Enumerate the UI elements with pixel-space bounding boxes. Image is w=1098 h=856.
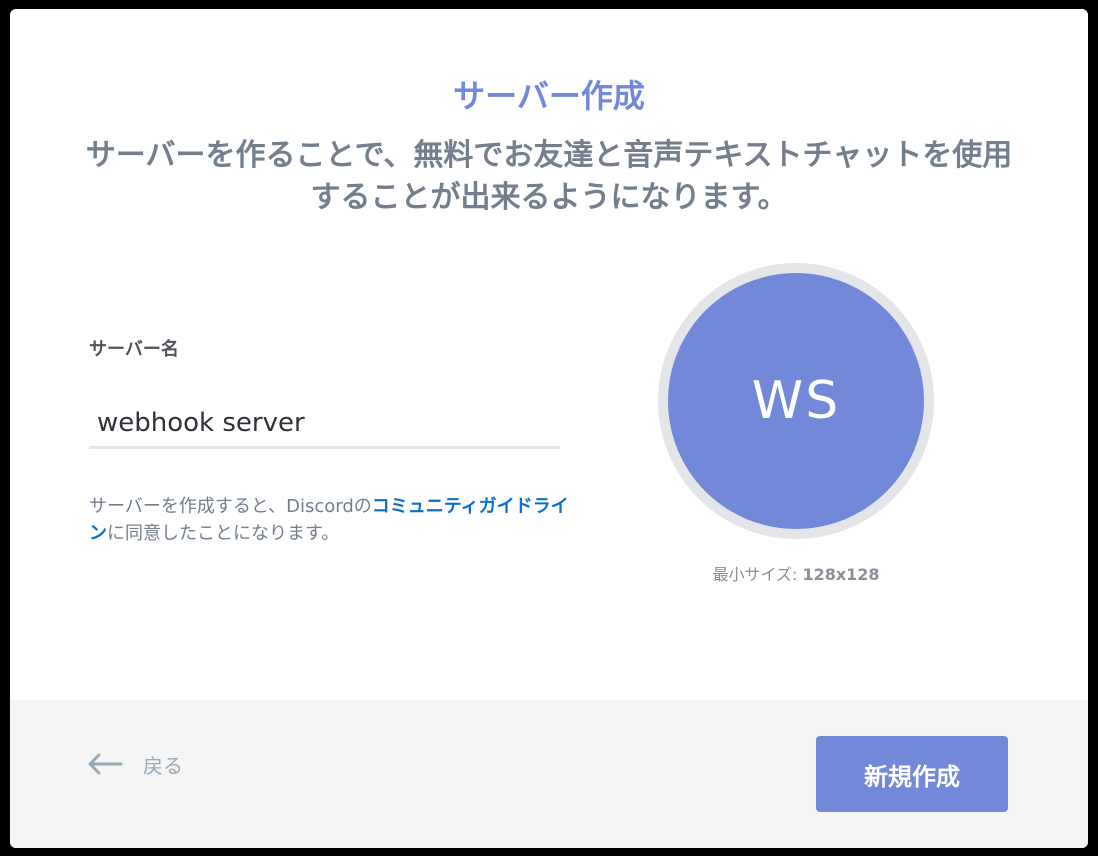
back-button-label: 戻る <box>143 753 183 778</box>
server-icon-upload[interactable]: WS <box>668 273 924 529</box>
min-size-value: 128x128 <box>802 565 880 584</box>
server-icon-initials: WS <box>751 371 841 431</box>
modal-footer: 戻る 新規作成 <box>10 700 1088 848</box>
guideline-notice: サーバーを作成すると、Discordのコミュニティガイドラインに同意したことにな… <box>89 493 569 547</box>
server-icon-ring: WS <box>658 263 934 539</box>
guideline-suffix: に同意したことになります。 <box>107 523 340 544</box>
arrow-left-icon <box>88 753 123 775</box>
guideline-prefix: サーバーを作成すると、Discordの <box>89 496 372 517</box>
min-size-label: 最小サイズ: <box>712 565 803 584</box>
server-name-label: サーバー名 <box>89 339 179 360</box>
create-server-button[interactable]: 新規作成 <box>816 736 1008 812</box>
modal-subtitle: サーバーを作ることで、無料でお友達と音声テキストチャットを使用することが出来るよ… <box>85 138 1013 215</box>
min-size-hint: 最小サイズ: 128x128 <box>658 561 934 585</box>
server-name-input[interactable] <box>89 399 560 449</box>
modal-title: サーバー作成 <box>453 77 645 115</box>
create-server-modal: サーバー作成 サーバーを作ることで、無料でお友達と音声テキストチャットを使用する… <box>10 9 1088 848</box>
back-button[interactable]: 戻る <box>87 748 183 780</box>
